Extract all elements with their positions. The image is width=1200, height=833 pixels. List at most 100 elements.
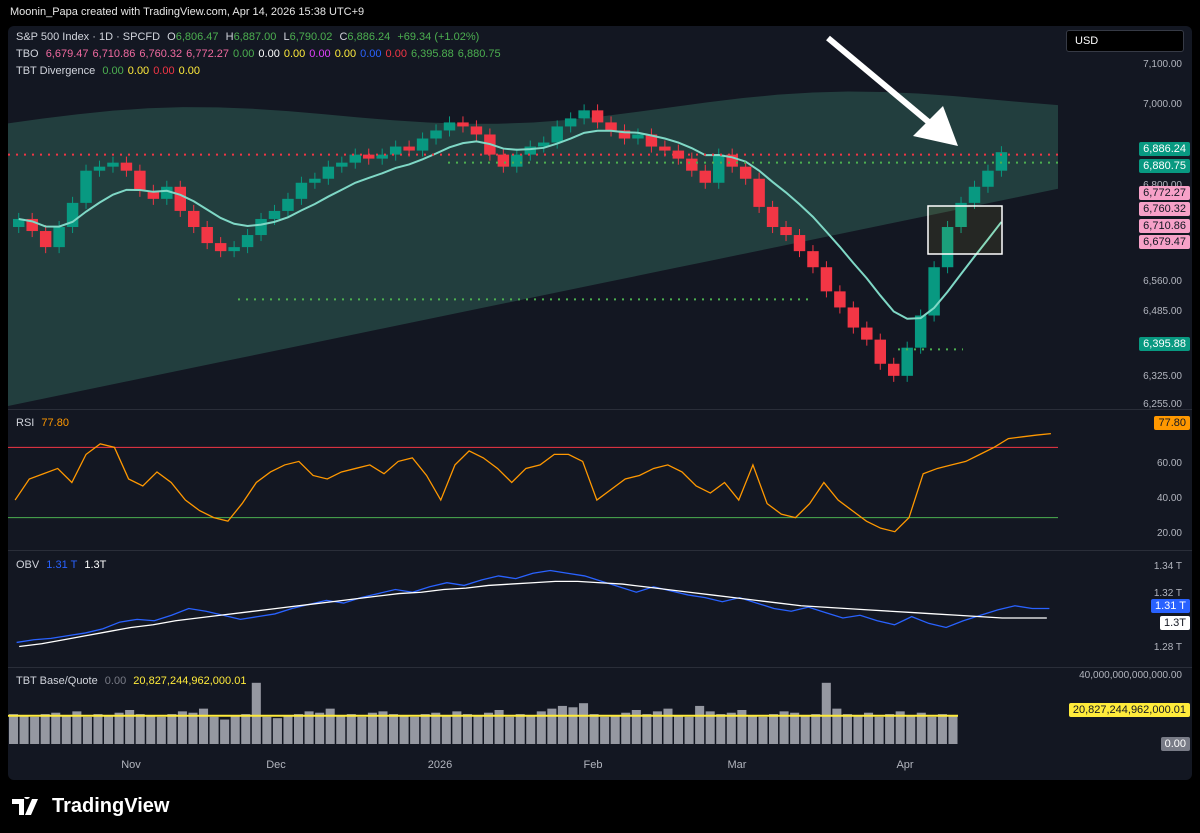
- obv-ma-value: 1.3T: [84, 559, 107, 571]
- rsi-legend: RSI 77.80: [16, 417, 73, 429]
- volume-bar: [462, 714, 472, 744]
- candle-body: [53, 227, 65, 248]
- volume-bar: [19, 715, 29, 744]
- candle-body: [632, 134, 644, 139]
- volume-bar: [948, 715, 958, 744]
- time-axis-label: Feb: [583, 759, 603, 771]
- volume-bar: [484, 712, 494, 744]
- price-tag: 6,710.86: [1139, 219, 1190, 233]
- price-tag: 6,772.27: [1139, 186, 1190, 200]
- volume-bar: [874, 716, 884, 744]
- candle-body: [241, 235, 254, 248]
- candle-body: [295, 182, 308, 199]
- rsi-axis-label: 40.00: [1156, 493, 1182, 505]
- tbo-value: 0.00: [283, 48, 306, 60]
- rsi-axis-label: 20.00: [1156, 528, 1182, 540]
- rsi-divider[interactable]: [8, 409, 1192, 410]
- high-label: H: [225, 31, 234, 43]
- volume-bar: [864, 712, 874, 744]
- change-value: +69.34 (+1.02%): [397, 31, 480, 43]
- price-axis-label: 7,000.00: [1143, 99, 1182, 111]
- volume-bar: [241, 714, 251, 744]
- volume-bar: [515, 714, 525, 744]
- candle-body: [80, 170, 92, 203]
- chart-frame[interactable]: USD S&P 500 Index · 1D · SPCFD O6,806.47…: [8, 26, 1192, 780]
- volume-bar: [146, 715, 156, 744]
- high-value: 6,887.00: [233, 31, 277, 43]
- tbo-value: 0.00: [258, 48, 280, 60]
- candle-body: [188, 210, 200, 228]
- volume-bar: [82, 716, 92, 744]
- volume-bar: [842, 714, 852, 744]
- time-axis-label: Mar: [727, 759, 747, 771]
- obv-ma-tag: 1.3T: [1159, 616, 1190, 630]
- tbo-value: 6,760.32: [139, 48, 183, 60]
- candle-body: [376, 154, 388, 159]
- obv-legend: OBV 1.31 T 1.3T: [16, 559, 110, 571]
- volume-bar: [167, 714, 177, 744]
- volume-axis-label: 40,000,000,000,000.00: [1079, 670, 1182, 681]
- time-axis-label: Dec: [266, 759, 286, 771]
- volume-bar: [790, 712, 800, 744]
- volume-bar: [747, 715, 757, 744]
- candle-body: [713, 154, 725, 183]
- currency-selector[interactable]: USD: [1066, 30, 1184, 52]
- candle-body: [282, 198, 294, 211]
- volume-bar: [431, 712, 441, 744]
- tbo-legend: TBO 6,679.47 6,710.86 6,760.32 6,772.27 0.00…: [16, 48, 509, 60]
- volume-bar: [674, 715, 684, 744]
- candle-body: [416, 138, 429, 151]
- volume-bar: [716, 714, 726, 744]
- candle-body: [968, 186, 981, 203]
- candle-body: [174, 186, 186, 211]
- candle-body: [874, 339, 886, 364]
- volume-bar: [283, 715, 293, 744]
- obv-label: OBV: [16, 559, 40, 571]
- volume-bar: [769, 714, 779, 744]
- obv-line: [16, 569, 1050, 644]
- rsi-label: RSI: [16, 417, 35, 429]
- candle-body: [39, 231, 52, 248]
- volume-bar: [885, 714, 895, 744]
- low-value: 6,790.02: [289, 31, 333, 43]
- candle-body: [120, 162, 133, 171]
- tbo-values: 6,679.47 6,710.86 6,760.32 6,772.27 0.00 0.00…: [46, 48, 505, 60]
- volume-legend: TBT Base/Quote 0.00 20,827,244,962,000.0…: [16, 675, 250, 687]
- volume-bar: [156, 716, 166, 744]
- volume-bar: [568, 707, 578, 744]
- candle-body: [470, 126, 483, 135]
- tbo-value: 0.00: [385, 48, 407, 60]
- volume-bar: [695, 705, 705, 744]
- volume-divider[interactable]: [8, 667, 1192, 668]
- volume-bar: [294, 714, 304, 744]
- candle-body: [551, 126, 563, 143]
- candle-body: [861, 327, 873, 340]
- candle-body: [591, 110, 604, 123]
- price-axis-label: 6,485.00: [1143, 306, 1182, 318]
- volume-label: TBT Base/Quote: [16, 675, 98, 687]
- obv-tag: 1.31 T: [1151, 599, 1190, 613]
- volume-bar: [526, 715, 536, 744]
- obv-divider[interactable]: [8, 550, 1192, 551]
- volume-bar: [758, 716, 768, 744]
- tbo-value: 0.00: [233, 48, 255, 60]
- volume-bar: [684, 716, 694, 744]
- candle-body: [605, 122, 617, 131]
- time-axis-label: Nov: [121, 759, 141, 771]
- obv-axis-label: 1.32 T: [1153, 587, 1182, 599]
- volume-bar: [114, 712, 124, 744]
- volume-tag: 0.00: [1160, 737, 1190, 751]
- volume-bar: [589, 714, 599, 744]
- volume-bar: [367, 712, 377, 744]
- volume-bar: [473, 715, 483, 744]
- candle-body: [497, 154, 510, 167]
- candle-body: [107, 162, 119, 167]
- candle-body: [255, 218, 267, 236]
- volume-bar: [251, 682, 261, 744]
- candle-body: [134, 170, 146, 191]
- volume-bar: [610, 715, 620, 744]
- candle-body: [430, 130, 442, 139]
- candle-body: [807, 251, 819, 268]
- tbo-value: 0.00: [309, 48, 331, 60]
- volume-bar: [93, 714, 103, 744]
